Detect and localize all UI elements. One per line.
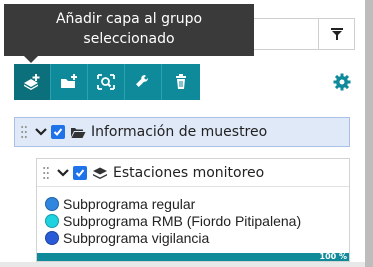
legend: Subprograma regular Subprograma RMB (Fio… — [45, 195, 345, 246]
zoom-extent-icon — [97, 74, 115, 90]
trash-icon — [175, 74, 186, 89]
folder-open-icon — [69, 124, 87, 140]
layer-row[interactable]: Estaciones monitoreo — [37, 159, 349, 187]
settings-button[interactable] — [332, 72, 352, 92]
legend-dot — [45, 230, 59, 245]
gear-icon — [333, 73, 351, 91]
delete-button[interactable] — [162, 64, 199, 100]
drag-handle-icon[interactable] — [19, 125, 29, 139]
zoom-to-extent-button[interactable] — [88, 64, 125, 100]
tooltip-line-2: seleccionado — [83, 31, 175, 47]
chevron-down-icon[interactable] — [33, 127, 49, 137]
layer-tools-button[interactable] — [125, 64, 162, 100]
bottom-strip — [0, 262, 365, 267]
legend-label: Subprograma vigilancia — [63, 229, 210, 246]
legend-label: Subprograma regular — [63, 195, 196, 212]
legend-dot — [45, 196, 59, 211]
group-checkbox[interactable] — [51, 125, 65, 139]
group-label: Información de muestreo — [91, 124, 268, 140]
layer-checkbox[interactable] — [73, 165, 87, 180]
add-folder-icon — [61, 74, 77, 88]
layer-toolbar — [14, 64, 200, 100]
tooltip-line-1: Añadir capa al grupo — [55, 11, 203, 27]
drag-handle-icon[interactable] — [41, 166, 51, 180]
chevron-down-icon[interactable] — [55, 168, 71, 178]
check-icon — [75, 168, 85, 177]
add-folder-button[interactable] — [51, 64, 88, 100]
panel-scrollbar-edge[interactable] — [365, 0, 373, 267]
tooltip-arrow — [24, 56, 38, 63]
progress-fill — [37, 253, 349, 261]
load-progress-bar: 100 % — [37, 252, 349, 261]
legend-item: Subprograma vigilancia — [45, 229, 345, 246]
legend-item: Subprograma RMB (Fiordo Pitipalena) — [45, 212, 345, 229]
legend-dot — [45, 213, 59, 228]
layers-icon — [91, 165, 109, 181]
add-layer-to-group-icon — [24, 74, 40, 90]
progress-label: 100 % — [319, 252, 348, 261]
wrench-icon — [136, 75, 148, 87]
layer-label: Estaciones monitoreo — [113, 164, 265, 181]
legend-item: Subprograma regular — [45, 195, 345, 212]
funnel-icon — [330, 28, 343, 40]
add-layer-to-group-button[interactable] — [14, 64, 51, 100]
layer-panel: Estaciones monitoreo Subprograma regular… — [36, 158, 350, 262]
layer-group-row[interactable]: Información de muestreo — [14, 117, 350, 147]
tooltip: Añadir capa al grupo seleccionado — [4, 4, 254, 56]
check-icon — [53, 128, 63, 136]
filter-button[interactable] — [318, 19, 354, 49]
legend-label: Subprograma RMB (Fiordo Pitipalena) — [63, 212, 302, 229]
